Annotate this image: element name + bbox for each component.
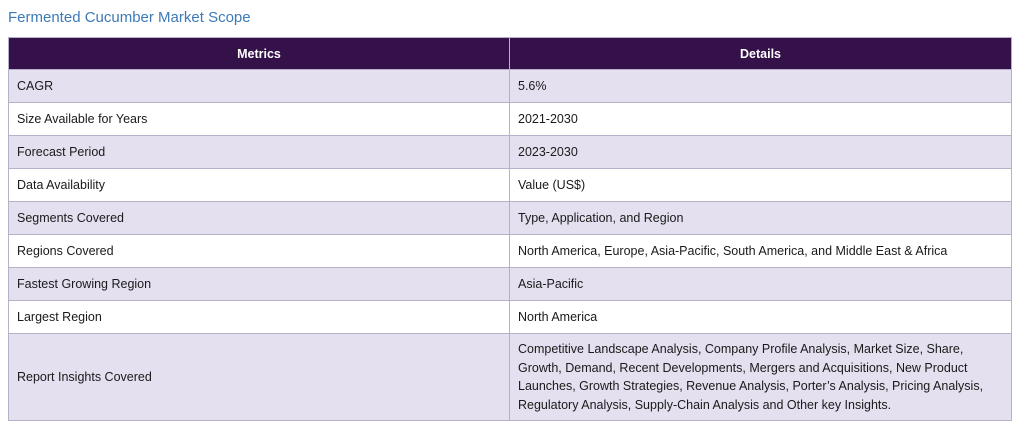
market-scope-table: Metrics Details CAGR 5.6% Size Available… xyxy=(8,37,1012,421)
detail-cell: Type, Application, and Region xyxy=(509,201,1012,235)
table-row: Largest Region North America xyxy=(8,300,1012,334)
metric-cell: Report Insights Covered xyxy=(8,333,510,421)
detail-cell: 2023-2030 xyxy=(509,135,1012,169)
table-row: Forecast Period 2023-2030 xyxy=(8,135,1012,169)
metric-cell: Size Available for Years xyxy=(8,102,510,136)
market-scope-page: Fermented Cucumber Market Scope Metrics … xyxy=(0,0,1024,430)
detail-cell: North America xyxy=(509,300,1012,334)
table-row: Fastest Growing Region Asia-Pacific xyxy=(8,267,1012,301)
table-row: Report Insights Covered Competitive Land… xyxy=(8,333,1012,421)
detail-cell: Asia-Pacific xyxy=(509,267,1012,301)
metric-cell: Fastest Growing Region xyxy=(8,267,510,301)
metric-cell: Segments Covered xyxy=(8,201,510,235)
table-row: CAGR 5.6% xyxy=(8,69,1012,103)
table-row: Segments Covered Type, Application, and … xyxy=(8,201,1012,235)
metric-cell: Regions Covered xyxy=(8,234,510,268)
table-row: Regions Covered North America, Europe, A… xyxy=(8,234,1012,268)
metric-cell: Data Availability xyxy=(8,168,510,202)
metric-cell: CAGR xyxy=(8,69,510,103)
detail-cell: 2021-2030 xyxy=(509,102,1012,136)
header-details: Details xyxy=(509,37,1012,70)
detail-cell: Value (US$) xyxy=(509,168,1012,202)
detail-cell: Competitive Landscape Analysis, Company … xyxy=(509,333,1012,421)
table-row: Size Available for Years 2021-2030 xyxy=(8,102,1012,136)
metric-cell: Forecast Period xyxy=(8,135,510,169)
detail-cell: North America, Europe, Asia-Pacific, Sou… xyxy=(509,234,1012,268)
table-row: Data Availability Value (US$) xyxy=(8,168,1012,202)
detail-cell: 5.6% xyxy=(509,69,1012,103)
header-metrics: Metrics xyxy=(8,37,510,70)
table-header-row: Metrics Details xyxy=(8,37,1012,70)
metric-cell: Largest Region xyxy=(8,300,510,334)
page-title: Fermented Cucumber Market Scope xyxy=(8,9,251,26)
